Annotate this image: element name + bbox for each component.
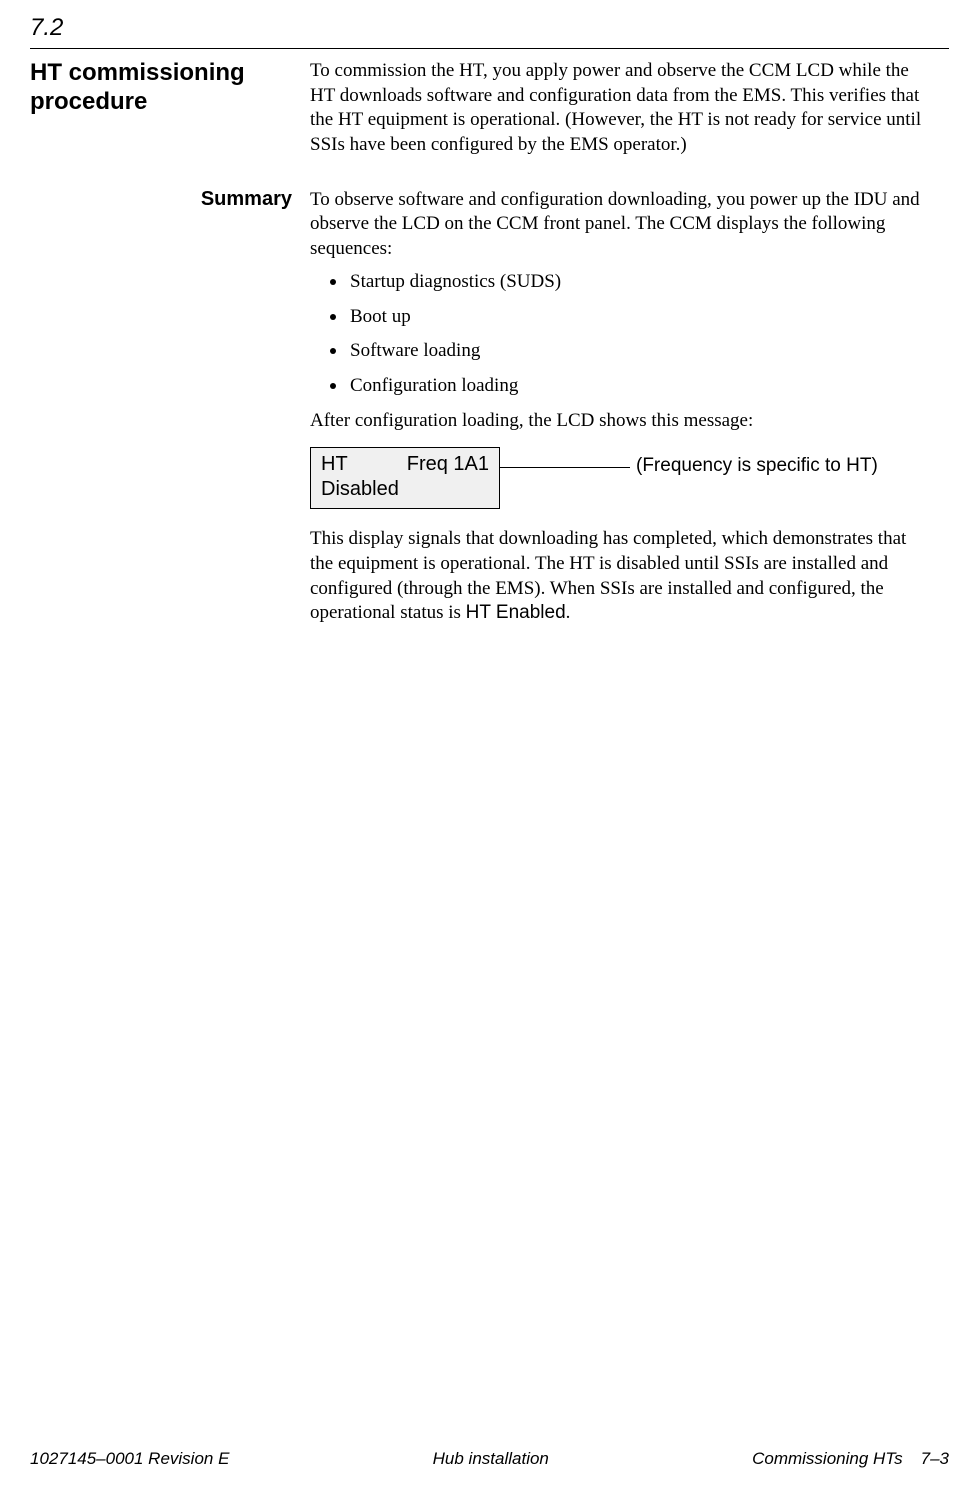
lcd-display-row: HT Freq 1A1 Disabled (Frequency is speci… [310,447,930,509]
page-footer: 1027145–0001 Revision E Hub installation… [30,1449,949,1469]
connector-line [500,467,630,469]
list-item: Configuration loading [310,374,930,399]
lcd-annotation: (Frequency is specific to HT) [636,454,878,479]
summary-heading-col: Summary [30,188,310,211]
list-item: Software loading [310,339,930,364]
lcd-display-box: HT Freq 1A1 Disabled [310,447,500,509]
summary-block: Summary To observe software and configur… [30,188,949,634]
lcd-line-2: Disabled [321,477,489,502]
closing-status: HT Enabled [466,602,566,623]
main-heading: HT commissioning procedure [30,59,292,117]
closing-paragraph: This display signals that downloading ha… [310,527,930,626]
intro-paragraph: To commission the HT, you apply power an… [310,59,930,158]
summary-body: To observe software and configuration do… [310,188,930,634]
footer-right-page: 7–3 [921,1449,949,1469]
section-number: 7.2 [30,10,949,49]
lcd-line1-right: Freq 1A1 [407,452,489,477]
list-item: Boot up [310,305,930,330]
sequence-list: Startup diagnostics (SUDS) Boot up Softw… [310,270,930,399]
closing-period: . [566,602,571,623]
summary-intro: To observe software and configuration do… [310,188,930,262]
list-item: Startup diagnostics (SUDS) [310,270,930,295]
intro-body: To commission the HT, you apply power an… [310,59,930,166]
after-sequence-text: After configuration loading, the LCD sho… [310,409,930,434]
footer-left: 1027145–0001 Revision E [30,1449,229,1469]
lcd-line-1: HT Freq 1A1 [321,452,489,477]
main-heading-col: HT commissioning procedure [30,59,310,117]
closing-text-1: This display signals that downloading ha… [310,528,906,623]
intro-block: HT commissioning procedure To commission… [30,59,949,166]
footer-right: Commissioning HTs 7–3 [752,1449,949,1469]
lcd-line1-left: HT [321,452,348,477]
footer-center: Hub installation [433,1449,549,1469]
footer-right-title: Commissioning HTs [752,1449,903,1469]
summary-heading: Summary [30,188,292,211]
